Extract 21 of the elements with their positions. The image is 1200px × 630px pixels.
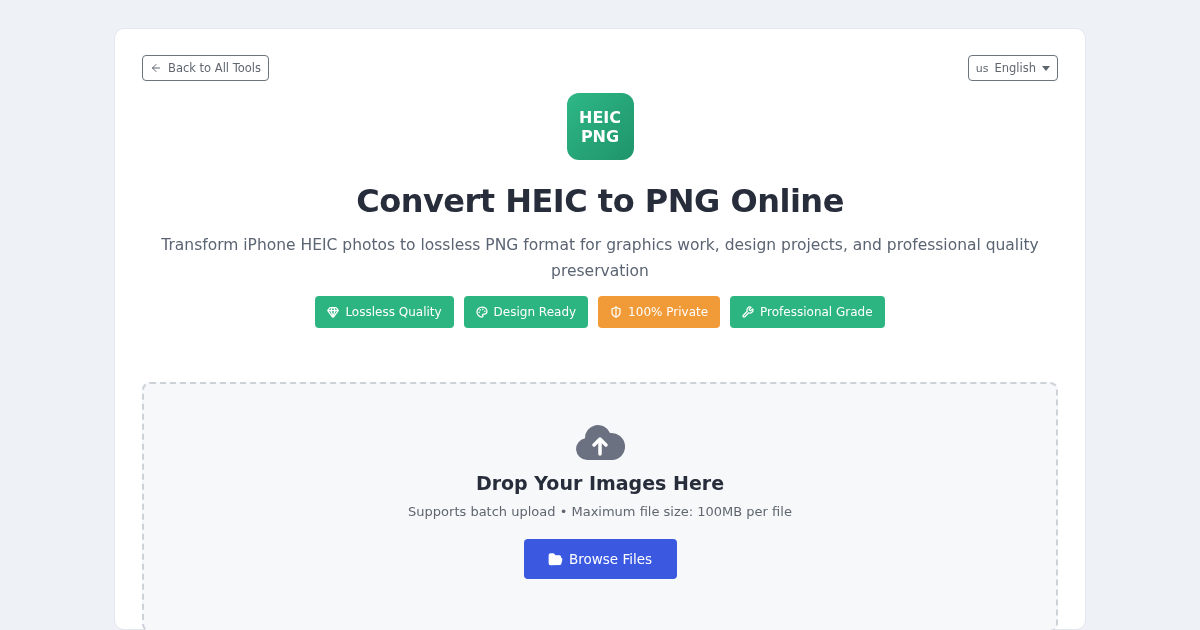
- feature-badge: 100% Private: [598, 296, 721, 328]
- back-button[interactable]: Back to All Tools: [142, 55, 270, 81]
- browse-files-button[interactable]: Browse Files: [523, 539, 677, 579]
- gem-icon: [327, 306, 340, 318]
- drop-zone[interactable]: Drop Your Images Here Supports batch upload • Maximum file size: 100MB per file Browse Files: [142, 382, 1058, 630]
- feature-badge: Lossless Quality: [315, 296, 454, 328]
- feature-badge: Design Ready: [463, 296, 589, 328]
- wrench-icon: [742, 306, 755, 318]
- feature-badge: Professional Grade: [730, 296, 885, 328]
- upload-hint: Supports batch upload • Maximum file size: 100MB per file: [408, 504, 792, 519]
- page-title: Convert HEIC to PNG Online: [356, 182, 844, 220]
- drop-heading: Drop Your Images Here: [475, 472, 725, 494]
- shield-icon: [610, 306, 623, 318]
- palette-icon: [475, 306, 488, 318]
- arrow-left-icon: [150, 62, 162, 74]
- page-subtitle: Transform iPhone HEIC photos to lossless PNG format for graphics work, design projects, and professional quality preservation: [160, 235, 1040, 282]
- caret-icon: [1042, 65, 1050, 71]
- cloud-upload-icon: [575, 424, 625, 460]
- app-logo: HEIC PNG: [566, 93, 634, 160]
- language-dropdown[interactable]: us English: [967, 55, 1058, 81]
- folder-icon: [547, 551, 563, 567]
